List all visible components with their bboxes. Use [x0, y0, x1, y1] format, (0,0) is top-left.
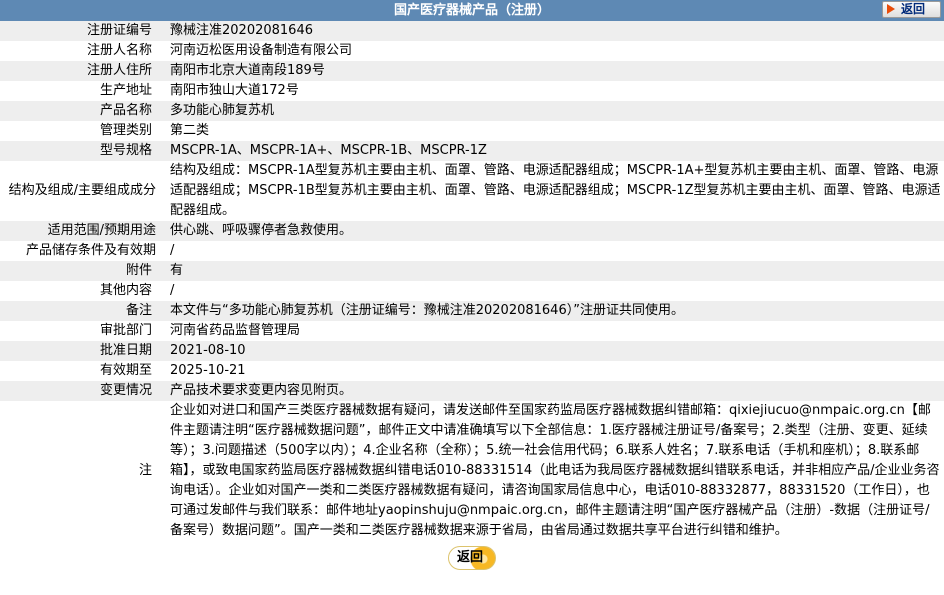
table-row: 批准日期 2021-08-10 [0, 341, 944, 361]
table-row: 注册证编号 豫械注准20202081646 [0, 21, 944, 41]
row-value: 河南省药品监督管理局 [160, 321, 944, 341]
row-label: 型号规格 [0, 141, 160, 161]
back-button-label: 返回 [901, 2, 926, 16]
row-label: 产品名称 [0, 101, 160, 121]
row-value: / [160, 241, 944, 261]
row-label: 注册人住所 [0, 61, 160, 81]
row-label: 注册证编号 [0, 21, 160, 41]
row-value: 2021-08-10 [160, 341, 944, 361]
row-label: 备注 [0, 301, 160, 321]
row-label: 变更情况 [0, 381, 160, 401]
row-label: 生产地址 [0, 81, 160, 101]
row-label: 其他内容 [0, 281, 160, 301]
table-row: 产品储存条件及有效期 / [0, 241, 944, 261]
detail-table: 注册证编号 豫械注准20202081646 注册人名称 河南迈松医用设备制造有限公司注… [0, 21, 944, 541]
note-row: 注企业如对进口和国产三类医疗器械数据有疑问，请发送邮件至国家药监局医疗器械数据纠… [0, 401, 944, 541]
table-row: 附件有 [0, 261, 944, 281]
back-button-top[interactable]: 返回 [882, 1, 941, 18]
table-row: 产品名称 多功能心肺复苏机 [0, 101, 944, 121]
footer: 返回 [0, 541, 944, 575]
table-row: 结构及组成/主要组成成分 结构及组成：MSCPR-1A型复苏机主要由主机、面罩、管… [0, 161, 944, 221]
row-value: 本文件与“多功能心肺复苏机（注册证编号：豫械注准20202081646）”注册证… [160, 301, 944, 321]
row-label: 有效期至 [0, 361, 160, 381]
row-value: 2025-10-21 [160, 361, 944, 381]
table-row: 型号规格 MSCPR-1A、MSCPR-1A+、MSCPR-1B、MSCPR-1Z [0, 141, 944, 161]
row-value: 河南迈松医用设备制造有限公司 [160, 41, 944, 61]
row-value: 产品技术要求变更内容见附页。 [160, 381, 944, 401]
table-row: 生产地址 南阳市独山大道172号 [0, 81, 944, 101]
table-row: 注册人住所 南阳市北京大道南段189号 [0, 61, 944, 81]
table-row: 其他内容 / [0, 281, 944, 301]
back-button-bottom[interactable]: 返回 [448, 546, 496, 570]
row-label: 适用范围/预期用途 [0, 221, 160, 241]
note-text: 企业如对进口和国产三类医疗器械数据有疑问，请发送邮件至国家药监局医疗器械数据纠错… [160, 401, 944, 541]
row-label: 注册人名称 [0, 41, 160, 61]
row-value: 多功能心肺复苏机 [160, 101, 944, 121]
row-value: / [160, 281, 944, 301]
row-value: 南阳市独山大道172号 [160, 81, 944, 101]
page-header: 国产医疗器械产品（注册） 返回 [0, 0, 944, 21]
row-label: 附件 [0, 261, 160, 281]
table-row: 管理类别 第二类 [0, 121, 944, 141]
row-label: 管理类别 [0, 121, 160, 141]
row-value: 有 [160, 261, 944, 281]
table-row: 适用范围/预期用途 供心跳、呼吸骤停者急救使用。 [0, 221, 944, 241]
table-row: 注册人名称 河南迈松医用设备制造有限公司 [0, 41, 944, 61]
table-row: 审批部门 河南省药品监督管理局 [0, 321, 944, 341]
row-value: 结构及组成：MSCPR-1A型复苏机主要由主机、面罩、管路、电源适配器组成；MS… [160, 161, 944, 221]
row-value: 第二类 [160, 121, 944, 141]
table-row: 变更情况 产品技术要求变更内容见附页。 [0, 381, 944, 401]
row-label: 产品储存条件及有效期 [0, 241, 160, 261]
row-value: MSCPR-1A、MSCPR-1A+、MSCPR-1B、MSCPR-1Z [160, 141, 944, 161]
row-value: 南阳市北京大道南段189号 [160, 61, 944, 81]
row-label: 批准日期 [0, 341, 160, 361]
note-label: 注 [0, 401, 160, 541]
row-label: 审批部门 [0, 321, 160, 341]
back-arrow-icon [887, 4, 895, 14]
row-label: 结构及组成/主要组成成分 [0, 161, 160, 221]
table-row: 备注 本文件与“多功能心肺复苏机（注册证编号：豫械注准20202081646）”注… [0, 301, 944, 321]
row-value: 供心跳、呼吸骤停者急救使用。 [160, 221, 944, 241]
page-title: 国产医疗器械产品（注册） [393, 3, 550, 18]
table-row: 有效期至 2025-10-21 [0, 361, 944, 381]
row-value: 豫械注准20202081646 [160, 21, 944, 41]
